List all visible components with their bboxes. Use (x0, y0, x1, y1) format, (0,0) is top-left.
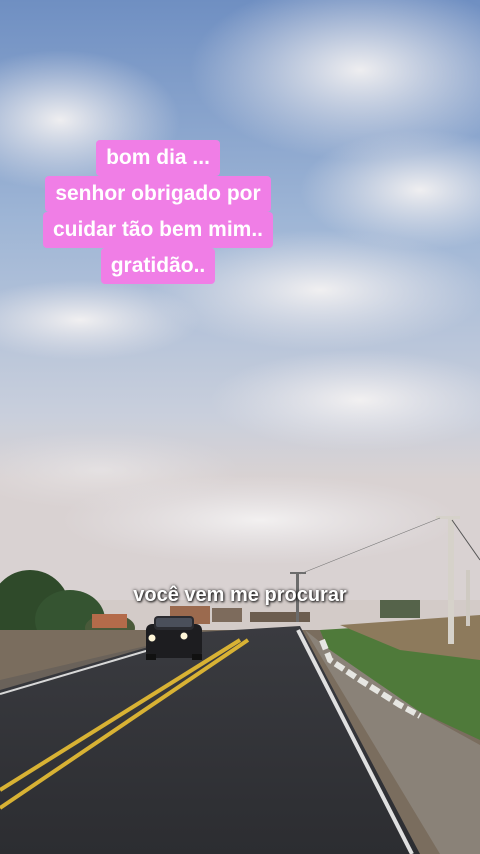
caption-line-4: gratidão.. (100, 248, 216, 284)
road-photo (0, 0, 480, 854)
lyric-subtitle: você vem me procurar (133, 584, 347, 606)
caption-line-3: cuidar tão bem mim.. (42, 212, 274, 248)
caption-overlay: bom dia ... senhor obrigado por cuidar t… (14, 140, 302, 284)
car (146, 616, 202, 660)
caption-line-1: bom dia ... (96, 140, 220, 176)
caption-line-2: senhor obrigado por (45, 176, 271, 212)
